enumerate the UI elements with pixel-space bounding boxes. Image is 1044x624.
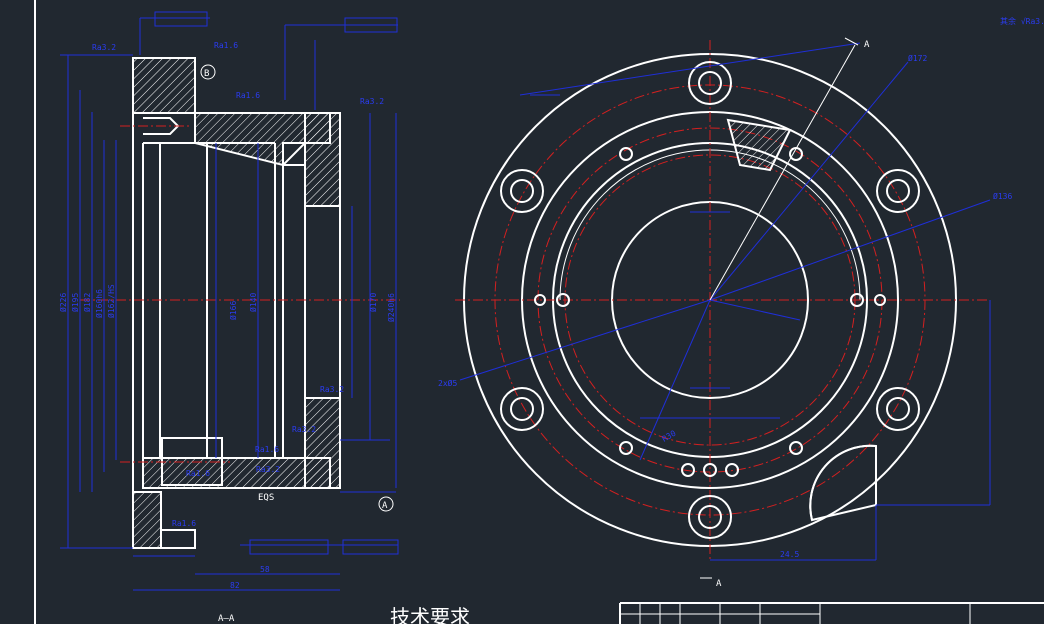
- roughness-label: Ra3.2: [360, 97, 384, 106]
- label-a-top: A: [864, 40, 870, 50]
- dim-text-1: Ø195: [70, 293, 80, 312]
- dim-text-0: Ø226: [58, 293, 68, 312]
- datum-a: A: [378, 496, 394, 512]
- roughness-label: Ra3.2: [292, 425, 316, 434]
- bolt-hole: [876, 387, 920, 431]
- notes-heading: 技术要求: [390, 605, 470, 624]
- drawing-canvas: Ø226 Ø195 Ø182 Ø160h6 Ø162/HS Ø166 Ø140 …: [34, 0, 1044, 624]
- dim-d172: Ø172: [908, 53, 927, 63]
- slot-section: [726, 118, 792, 172]
- roughness-label: Ra3.2: [320, 385, 344, 394]
- roughness-label: Ra1.6: [236, 91, 260, 100]
- dim-text-2: Ø182: [82, 293, 92, 312]
- roughness-label: Ra1.6: [214, 41, 238, 50]
- dim-text-4: Ø162/HS: [106, 284, 116, 318]
- plan-labels: Ø172 Ø136 2xØ5 A A R30 24.5: [438, 40, 1012, 589]
- roughness-label: Ra1.6: [255, 445, 279, 454]
- note-holes: 2xØ5: [438, 378, 457, 388]
- roughness-label: Ra1.6: [186, 469, 210, 478]
- dim-d136: Ø136: [993, 191, 1012, 201]
- eqs-note: EQS: [258, 493, 274, 503]
- plan-view: [455, 37, 991, 579]
- dim-text-7: Ø170: [368, 293, 378, 312]
- roughness-label: Ra3.2: [92, 43, 116, 52]
- hatch-web-bottom: [142, 457, 331, 489]
- datum-b: B: [200, 64, 216, 80]
- dim-bottom-1: 82: [230, 581, 240, 590]
- svg-text:A: A: [382, 501, 388, 511]
- radius-label: R30: [661, 429, 678, 444]
- section-dim-texts: Ø226 Ø195 Ø182 Ø160h6 Ø162/HS Ø166 Ø140 …: [58, 284, 396, 590]
- dim-bottom-0: 58: [260, 565, 270, 574]
- dim-text-5: Ø166: [228, 301, 238, 320]
- hatch-rim-top: [304, 112, 341, 207]
- roughness-label: Ra3.2: [256, 465, 280, 474]
- small-hole: [789, 441, 803, 455]
- hatch-flange-top: [132, 57, 196, 114]
- hatch-flange-bottom: [132, 491, 162, 549]
- section-label: A—A: [218, 614, 235, 624]
- dim-text-3: Ø160h6: [94, 289, 104, 318]
- svg-text:B: B: [204, 69, 209, 79]
- roughness-label: Ra1.6: [172, 519, 196, 528]
- bolt-hole: [500, 169, 544, 213]
- bolt-hole: [876, 169, 920, 213]
- top-right-note: 其余 √Ra3.2: [1000, 16, 1044, 26]
- label-a-bottom: A: [716, 579, 722, 589]
- dim-text-8: Ø240h6: [386, 293, 396, 322]
- bolt-hole: [500, 387, 544, 431]
- dim-text-6: Ø140: [248, 293, 258, 312]
- bottom-dim: 24.5: [780, 550, 799, 559]
